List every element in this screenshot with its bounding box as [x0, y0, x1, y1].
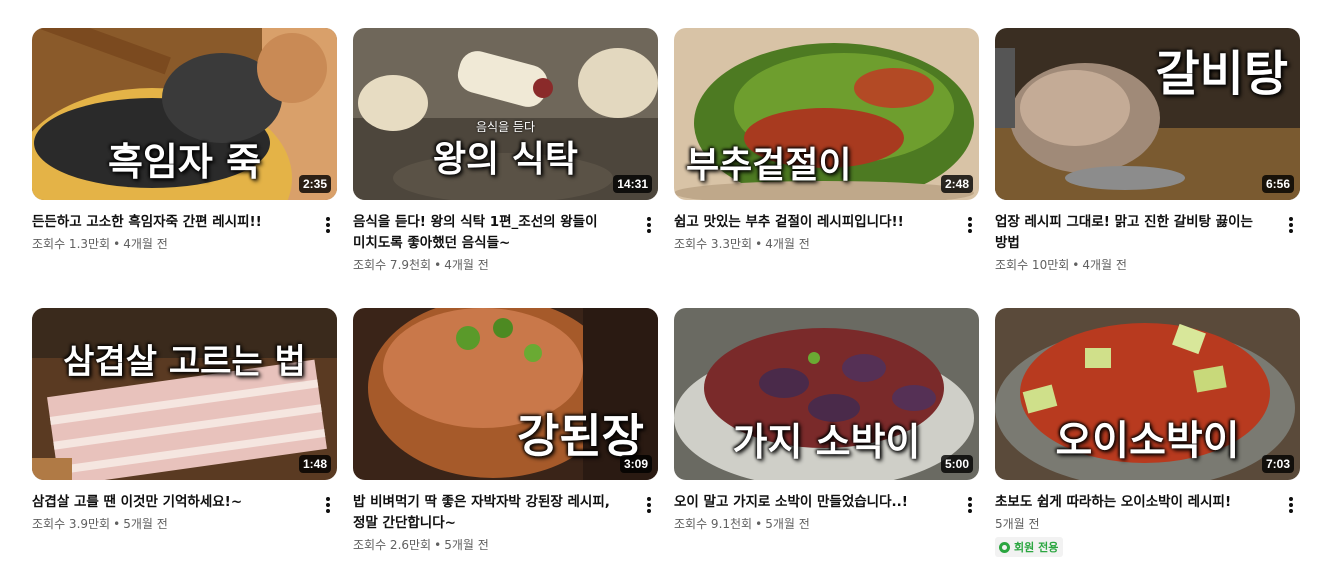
- duration-badge: 5:00: [940, 455, 973, 473]
- video-title[interactable]: 밥 비벼먹기 딱 좋은 자박자박 강된장 레시피, 정말 간단합니다~: [353, 492, 630, 534]
- video-meta: 삼겹살 고를 땐 이것만 기억하세요!~ 조회수 3.9만회 • 5개월 전: [32, 480, 337, 533]
- upload-age: 5개월 전: [765, 517, 810, 531]
- video-meta: 쉽고 맛있는 부추 겉절이 레시피입니다!! 조회수 3.3만회 • 4개월 전: [674, 200, 979, 253]
- video-title[interactable]: 음식을 듣다! 왕의 식탁 1편_조선의 왕들이 미치도록 좋아했던 음식들~: [353, 212, 630, 254]
- view-count: 조회수 9.1천회: [674, 517, 753, 531]
- members-only-icon: [999, 541, 1010, 553]
- separator-dot: •: [113, 237, 121, 251]
- video-meta: 밥 비벼먹기 딱 좋은 자박자박 강된장 레시피, 정말 간단합니다~ 조회수 …: [353, 480, 658, 554]
- video-thumbnail[interactable]: 오이소박이 7:03: [995, 308, 1300, 480]
- video-card[interactable]: 삼겹살 고르는 법 1:48 삼겹살 고를 땐 이것만 기억하세요!~ 조회수 …: [32, 308, 337, 576]
- video-thumbnail[interactable]: 갈비탕 6:56: [995, 28, 1300, 200]
- video-card[interactable]: 강된장 3:09 밥 비벼먹기 딱 좋은 자박자박 강된장 레시피, 정말 간단…: [353, 308, 658, 576]
- video-info: 조회수 3.3만회 • 4개월 전: [674, 235, 951, 253]
- video-card[interactable]: 부추겉절이 2:48 쉽고 맛있는 부추 겉절이 레시피입니다!! 조회수 3.…: [674, 28, 979, 308]
- more-vert-icon[interactable]: [321, 494, 335, 516]
- video-info: 조회수 1.3만회 • 4개월 전: [32, 235, 309, 253]
- upload-age: 4개월 전: [123, 237, 168, 251]
- video-thumbnail[interactable]: 삼겹살 고르는 법 1:48: [32, 308, 337, 480]
- video-card[interactable]: 갈비탕 6:56 업장 레시피 그대로! 맑고 진한 갈비탕 끓이는 방법 조회…: [995, 28, 1300, 308]
- upload-age: 5개월 전: [123, 517, 168, 531]
- upload-age: 5개월 전: [995, 517, 1040, 531]
- duration-badge: 2:35: [298, 175, 331, 193]
- more-vert-icon[interactable]: [642, 494, 656, 516]
- video-info: 조회수 9.1천회 • 5개월 전: [674, 515, 951, 533]
- video-card[interactable]: 흑임자 죽 2:35 든든하고 고소한 흑임자죽 간편 레시피!! 조회수 1.…: [32, 28, 337, 308]
- separator-dot: •: [113, 517, 121, 531]
- thumbnail-text: 왕의 식탁: [432, 139, 578, 180]
- thumbnail-text: 흑임자 죽: [107, 140, 262, 184]
- view-count: 조회수 1.3만회: [32, 237, 111, 251]
- video-thumbnail[interactable]: 흑임자 죽 2:35: [32, 28, 337, 200]
- upload-age: 4개월 전: [765, 237, 810, 251]
- view-count: 조회수 3.9만회: [32, 517, 111, 531]
- more-vert-icon[interactable]: [963, 214, 977, 236]
- video-meta: 업장 레시피 그대로! 맑고 진한 갈비탕 끓이는 방법 조회수 10만회 • 4개…: [995, 200, 1300, 274]
- view-count: 조회수 2.6만회: [353, 538, 432, 552]
- video-meta: 든든하고 고소한 흑임자죽 간편 레시피!! 조회수 1.3만회 • 4개월 전: [32, 200, 337, 253]
- view-count: 조회수 7.9천회: [353, 258, 432, 272]
- more-vert-icon[interactable]: [642, 214, 656, 236]
- duration-badge: 14:31: [613, 175, 652, 193]
- video-thumbnail[interactable]: 음식을 듣다 왕의 식탁 14:31: [353, 28, 658, 200]
- video-info: 조회수 2.6만회 • 5개월 전: [353, 536, 630, 554]
- thumbnail-text: 가지 소박이: [732, 420, 921, 464]
- video-title[interactable]: 쉽고 맛있는 부추 겉절이 레시피입니다!!: [674, 212, 951, 233]
- separator-dot: •: [434, 258, 442, 272]
- upload-age: 4개월 전: [1082, 258, 1127, 272]
- members-only-label: 회원 전용: [1014, 541, 1059, 554]
- duration-badge: 1:48: [298, 455, 331, 473]
- duration-badge: 6:56: [1261, 175, 1294, 193]
- video-info: 조회수 3.9만회 • 5개월 전: [32, 515, 309, 533]
- upload-age: 4개월 전: [444, 258, 489, 272]
- thumbnail-text: 갈비탕: [1155, 46, 1288, 102]
- video-title[interactable]: 삼겹살 고를 땐 이것만 기억하세요!~: [32, 492, 309, 513]
- video-title[interactable]: 든든하고 고소한 흑임자죽 간편 레시피!!: [32, 212, 309, 233]
- separator-dot: •: [1072, 258, 1080, 272]
- duration-badge: 2:48: [940, 175, 973, 193]
- video-info: 5개월 전: [995, 515, 1272, 533]
- video-meta: 초보도 쉽게 따라하는 오이소박이 레시피! 5개월 전 회원 전용: [995, 480, 1300, 557]
- separator-dot: •: [755, 517, 763, 531]
- thumbnail-text: 오이소박이: [1055, 418, 1240, 464]
- view-count: 조회수 3.3만회: [674, 237, 753, 251]
- more-vert-icon[interactable]: [1284, 214, 1298, 236]
- video-card[interactable]: 가지 소박이 5:00 오이 말고 가지로 소박이 만들었습니다..! 조회수 …: [674, 308, 979, 576]
- video-grid: 흑임자 죽 2:35 든든하고 고소한 흑임자죽 간편 레시피!! 조회수 1.…: [32, 28, 1300, 576]
- members-only-badge: 회원 전용: [995, 537, 1064, 557]
- view-count: 조회수 10만회: [995, 258, 1070, 272]
- more-vert-icon[interactable]: [963, 494, 977, 516]
- more-vert-icon[interactable]: [1284, 494, 1298, 516]
- video-title[interactable]: 오이 말고 가지로 소박이 만들었습니다..!: [674, 492, 951, 513]
- video-meta: 음식을 듣다! 왕의 식탁 1편_조선의 왕들이 미치도록 좋아했던 음식들~ …: [353, 200, 658, 274]
- video-card[interactable]: 음식을 듣다 왕의 식탁 14:31 음식을 듣다! 왕의 식탁 1편_조선의 …: [353, 28, 658, 308]
- upload-age: 5개월 전: [444, 538, 489, 552]
- video-thumbnail[interactable]: 강된장 3:09: [353, 308, 658, 480]
- more-vert-icon[interactable]: [321, 214, 335, 236]
- thumbnail-text: 삼겹살 고르는 법: [63, 342, 306, 382]
- video-info: 조회수 10만회 • 4개월 전: [995, 256, 1272, 274]
- duration-badge: 3:09: [619, 455, 652, 473]
- duration-badge: 7:03: [1261, 455, 1294, 473]
- video-title[interactable]: 업장 레시피 그대로! 맑고 진한 갈비탕 끓이는 방법: [995, 212, 1272, 254]
- video-meta: 오이 말고 가지로 소박이 만들었습니다..! 조회수 9.1천회 • 5개월 전: [674, 480, 979, 533]
- video-card[interactable]: 오이소박이 7:03 초보도 쉽게 따라하는 오이소박이 레시피! 5개월 전 …: [995, 308, 1300, 576]
- video-thumbnail[interactable]: 가지 소박이 5:00: [674, 308, 979, 480]
- thumbnail-text: 부추겉절이: [686, 145, 852, 186]
- video-title[interactable]: 초보도 쉽게 따라하는 오이소박이 레시피!: [995, 492, 1272, 513]
- separator-dot: •: [434, 538, 442, 552]
- separator-dot: •: [755, 237, 763, 251]
- video-info: 조회수 7.9천회 • 4개월 전: [353, 256, 630, 274]
- video-thumbnail[interactable]: 부추겉절이 2:48: [674, 28, 979, 200]
